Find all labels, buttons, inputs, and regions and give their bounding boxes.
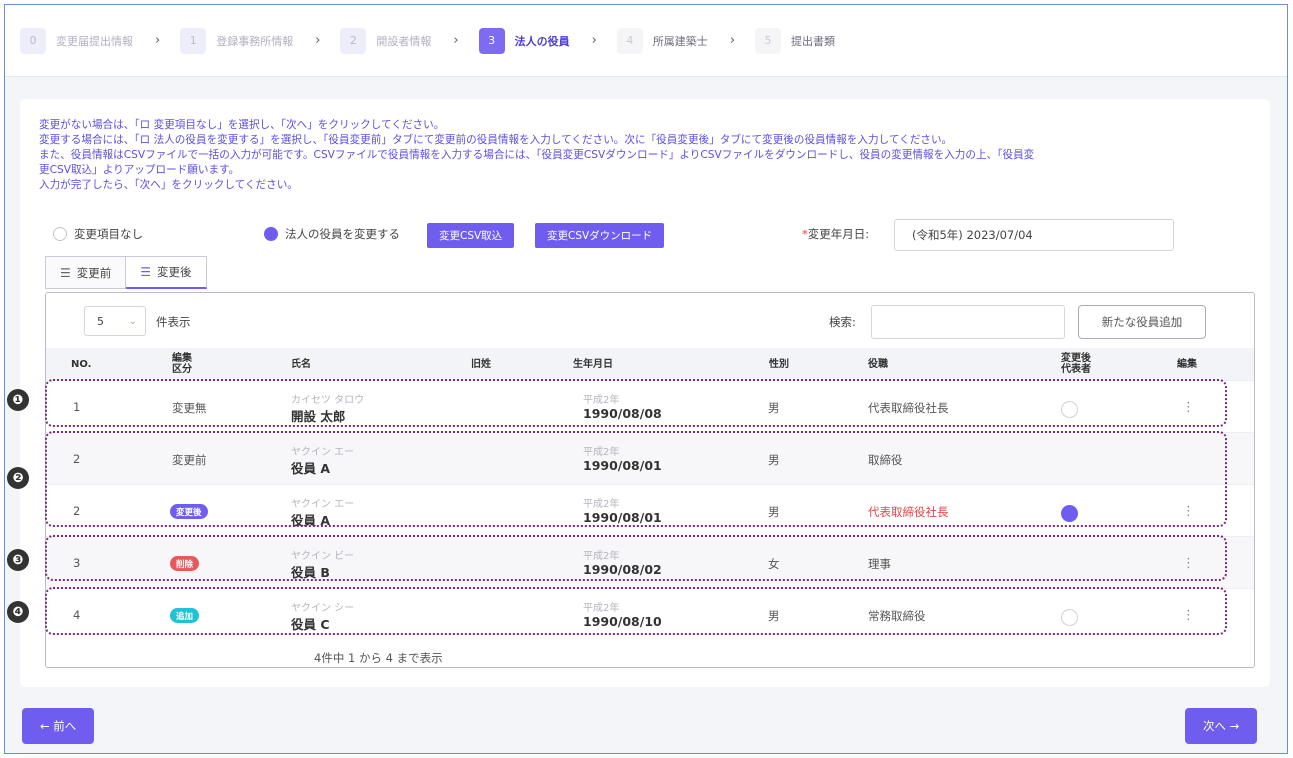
instruction-line: 更CSV取込」よりアップロード願います。	[39, 164, 240, 176]
tab-label: 変更後	[157, 265, 192, 279]
highlight-box-4	[45, 587, 1227, 635]
highlight-box-2	[45, 431, 1227, 527]
next-button[interactable]: 次へ →	[1185, 708, 1258, 744]
step-number: 3	[478, 27, 505, 54]
radio-change-officers[interactable]: 法人の役員を変更する	[264, 226, 400, 242]
radio-circle	[53, 227, 67, 241]
tab-before[interactable]: ☰ 変更前	[45, 256, 127, 289]
page-size-select[interactable]: 5 ⌄	[84, 306, 146, 336]
step-number: 4	[616, 27, 643, 54]
radio-label: 法人の役員を変更する	[285, 227, 400, 241]
step-label: 変更届提出情報	[56, 34, 133, 48]
tab-after[interactable]: ☰ 変更後	[126, 256, 207, 289]
chevron-right-icon: ›	[315, 33, 321, 48]
instructions: 変更がない場合は、「ロ 変更項目なし」を選択し、「次へ」をクリックしてください。…	[39, 118, 1249, 193]
header-rep-line1: 変更後	[1061, 353, 1091, 364]
step-label: 法人の役員	[514, 34, 570, 48]
chevron-right-icon: ›	[729, 33, 736, 48]
search-label: 検索:	[829, 315, 856, 329]
date-label-text: 変更年月日:	[807, 227, 870, 241]
highlight-box-1	[45, 379, 1227, 427]
header-gender: 性別	[769, 359, 789, 370]
header-edit: 編集	[1177, 359, 1197, 370]
app-frame: 0 変更届提出情報 › 1 登録事務所情報 › 2 開設者情報 › 3 法人の役…	[4, 4, 1288, 754]
list-icon: ☰	[60, 265, 71, 280]
header-name: 氏名	[291, 359, 311, 370]
instruction-line: 変更がない場合は、「ロ 変更項目なし」を選択し、「次へ」をクリックしてください。	[39, 119, 445, 131]
step-label: 登録事務所情報	[216, 34, 294, 48]
step-label: 開設者情報	[376, 34, 432, 48]
add-officer-button[interactable]: 新たな役員追加	[1078, 305, 1206, 339]
step-label: 所属建築士	[652, 34, 708, 48]
header-edit-type-line1: 編集	[172, 353, 192, 364]
chevron-down-icon: ⌄	[128, 315, 137, 327]
step-5[interactable]: 5 提出書類	[755, 27, 836, 54]
change-date-input[interactable]: (令和5年) 2023/07/04	[894, 219, 1174, 251]
step-4[interactable]: 4 所属建築士 ›	[616, 27, 745, 54]
header-no: NO.	[71, 359, 92, 370]
csv-download-button[interactable]: 変更CSVダウンロード	[535, 223, 665, 248]
header-edit-type-line2: 区分	[172, 364, 192, 375]
radio-label: 変更項目なし	[74, 227, 143, 241]
step-number: 5	[755, 27, 782, 54]
marker-2: ❷	[7, 467, 29, 489]
header-edit-type: 編集 区分	[172, 353, 192, 375]
chevron-right-icon: ›	[591, 33, 597, 48]
header-former-name: 旧姓	[471, 359, 491, 370]
highlight-box-3	[45, 535, 1227, 581]
step-number: 0	[20, 27, 46, 54]
header-representative: 変更後 代表者	[1061, 353, 1091, 375]
chevron-right-icon: ›	[155, 33, 161, 48]
step-1[interactable]: 1 登録事務所情報 ›	[180, 27, 330, 54]
prev-button[interactable]: ← 前へ	[22, 708, 95, 744]
table-header: NO. 編集 区分 氏名 旧姓 生年月日 性別 役職 変更後 代表者 編集	[46, 348, 1254, 380]
csv-import-button[interactable]: 変更CSV取込	[427, 223, 515, 248]
radio-circle-checked	[264, 227, 278, 241]
progress-stepper: 0 変更届提出情報 › 1 登録事務所情報 › 2 開設者情報 › 3 法人の役…	[5, 5, 1287, 77]
step-label: 提出書類	[791, 34, 836, 48]
step-number: 2	[340, 27, 367, 54]
step-0[interactable]: 0 変更届提出情報 ›	[20, 27, 170, 54]
page-size-value: 5	[97, 314, 104, 328]
step-3[interactable]: 3 法人の役員 ›	[478, 27, 607, 54]
instruction-line: 変更する場合には、「ロ 法人の役員を変更する」を選択し、「役員変更前」タブにて変…	[39, 134, 953, 146]
change-date-label: *変更年月日:	[802, 226, 869, 242]
marker-4: ❹	[7, 601, 29, 623]
before-after-tabs: ☰ 変更前 ☰ 変更後	[45, 256, 207, 289]
instruction-line: また、役員情報はCSVファイルで一括の入力が可能です。CSVファイルで役員情報を…	[39, 149, 1035, 161]
instruction-line: 入力が完了したら、「次へ」をクリックしてください。	[39, 179, 298, 191]
header-position: 役職	[868, 359, 888, 370]
radio-no-change[interactable]: 変更項目なし	[53, 226, 143, 242]
chevron-right-icon: ›	[453, 33, 459, 48]
options-row: 変更項目なし 法人の役員を変更する 変更CSV取込 変更CSVダウンロード *変…	[39, 219, 1249, 251]
step-2[interactable]: 2 開設者情報 ›	[340, 27, 468, 54]
table-info: 4件中 1 から 4 まで表示	[314, 651, 443, 665]
page-size-label: 件表示	[156, 315, 191, 329]
list-icon: ☰	[140, 265, 152, 279]
marker-1: ❶	[7, 389, 29, 411]
step-number: 1	[180, 27, 207, 54]
header-rep-line2: 代表者	[1061, 364, 1091, 375]
search-input[interactable]	[871, 305, 1065, 339]
header-birth: 生年月日	[573, 359, 613, 370]
tab-label: 変更前	[76, 265, 112, 280]
marker-3: ❸	[7, 549, 29, 571]
